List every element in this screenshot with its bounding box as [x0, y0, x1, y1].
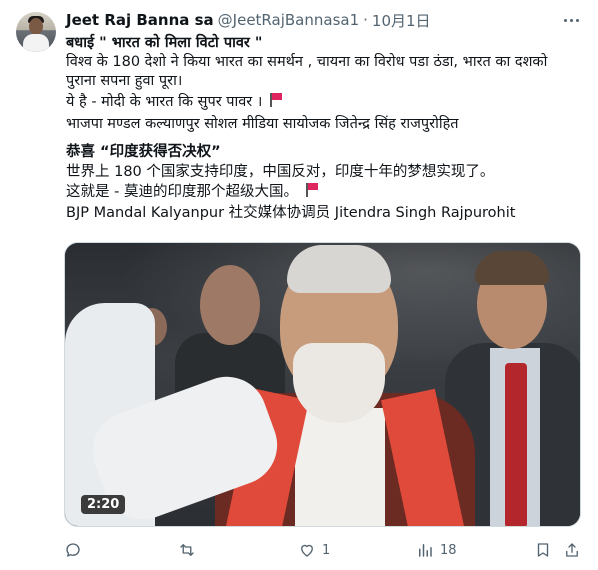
- tweet-text-hi-3: पुराना सपना हुवा पूरा।: [66, 73, 183, 89]
- guard-figure: [505, 363, 527, 526]
- reply-icon: [66, 543, 80, 557]
- headline-quote: " भारत को मिला विटो पावर ": [99, 35, 263, 51]
- main-figure: [287, 245, 391, 293]
- video-duration-badge: 2:20: [81, 495, 126, 514]
- views-count: 18: [440, 542, 457, 558]
- avatar-face: [29, 18, 43, 35]
- tweet-text-zh-4: BJP Mandal Kalyanpur 社交媒体协调员 Jitendra Si…: [66, 205, 516, 221]
- bookmark-button[interactable]: [534, 538, 552, 562]
- author-handle[interactable]: @JeetRajBannasa1: [218, 11, 359, 29]
- tweet-text-hi-5: भाजपा मण्डल कल्याणपुर सोशल मीडिया सायोजक…: [66, 116, 459, 132]
- greeting-text: बधाई: [66, 35, 100, 51]
- super-power-text: ये है - मोदी के भारत कि सुपर पावर ।: [66, 94, 263, 110]
- tweet-text-hi-4: ये है - मोदी के भारत कि सुपर पावर ।: [66, 93, 283, 112]
- avatar-body: [23, 34, 49, 52]
- retweet-icon: [180, 544, 194, 556]
- superpower-zh-text: 这就是 - 莫迪的印度那个超级大国。: [66, 184, 298, 200]
- separator-dot: ·: [363, 11, 368, 29]
- video-player[interactable]: 2:20: [64, 242, 581, 527]
- tweet-text-zh-2: 世界上 180 个国家支持印度，中国反对，印度十年的梦想实现了。: [66, 164, 495, 180]
- heart-icon: [301, 544, 313, 557]
- more-dot: [563, 18, 567, 22]
- tweet-text-zh-3: 这就是 - 莫迪的印度那个超级大国。: [66, 183, 318, 202]
- like-count: 1: [322, 542, 331, 558]
- more-icon[interactable]: [560, 10, 582, 30]
- guard-figure: [475, 251, 549, 285]
- tweet-text-hi-2: विश्व के 180 देशो ने किया भारत का समर्थन…: [66, 54, 548, 70]
- views-icon: [419, 544, 432, 557]
- avatar[interactable]: [16, 12, 56, 52]
- like-button[interactable]: 1: [298, 538, 330, 562]
- share-button[interactable]: [563, 538, 581, 562]
- author-display-name[interactable]: Jeet Raj Banna sa: [66, 11, 214, 29]
- red-flag-icon: [305, 183, 318, 197]
- tweet-text-zh-1: 恭喜 “印度获得否决权”: [66, 144, 221, 160]
- more-dot: [575, 18, 579, 22]
- main-figure: [295, 408, 385, 526]
- bookmark-icon: [537, 543, 549, 557]
- background-person: [200, 265, 260, 345]
- views-button[interactable]: 18: [416, 538, 457, 562]
- tweet-date[interactable]: 10月1日: [372, 10, 431, 31]
- tweet-text-hi-1: बधाई " भारत को मिला विटो पावर ": [66, 34, 262, 53]
- tweet-header: Jeet Raj Banna sa @JeetRajBannasa1 · 10月…: [66, 10, 431, 30]
- more-dot: [569, 18, 573, 22]
- tweet-card[interactable]: Jeet Raj Banna sa @JeetRajBannasa1 · 10月…: [0, 0, 598, 570]
- reply-button[interactable]: [64, 538, 88, 562]
- action-bar: 1 18: [64, 538, 581, 562]
- retweet-button[interactable]: [178, 538, 202, 562]
- share-icon: [566, 543, 578, 557]
- red-flag-icon: [270, 93, 283, 107]
